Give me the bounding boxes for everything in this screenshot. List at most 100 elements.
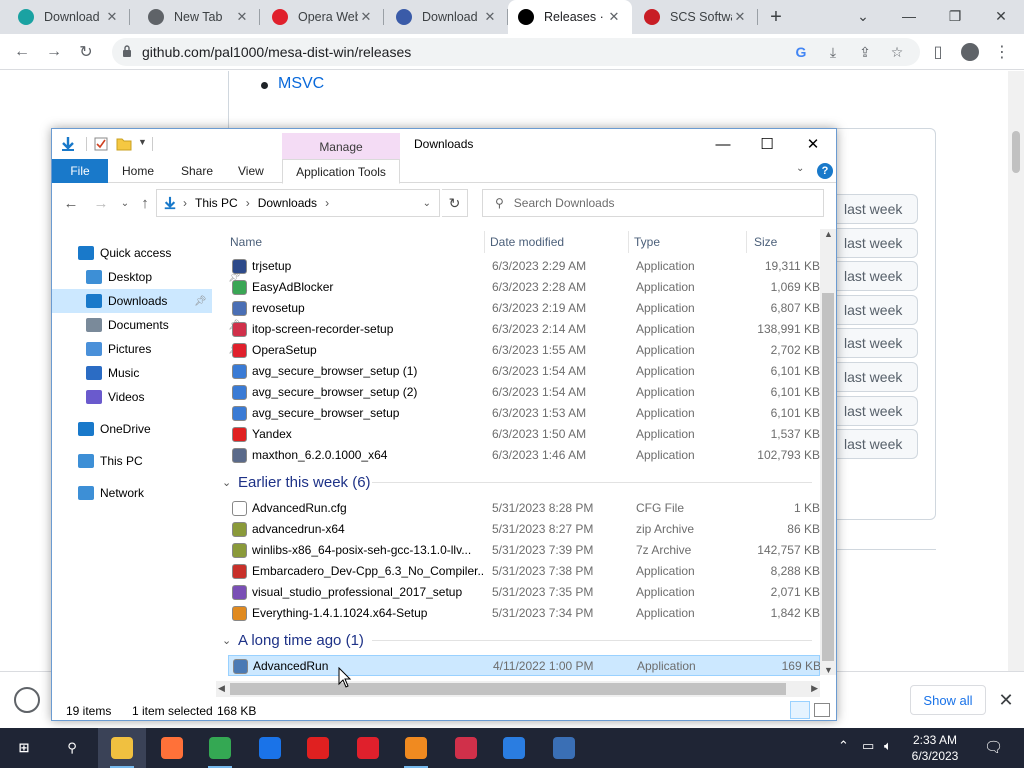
system-clock[interactable]: 2:33 AM 6/3/2023 (900, 732, 970, 764)
tab-close-icon[interactable]: ✕ (732, 9, 748, 25)
tab-close-icon[interactable]: ✕ (234, 9, 250, 25)
opera-icon[interactable] (344, 728, 392, 768)
tab-close-icon[interactable]: ✕ (104, 9, 120, 25)
scroll-thumb[interactable] (822, 293, 834, 661)
refresh-icon[interactable]: ↻ (442, 189, 468, 217)
nav-item-network[interactable]: Network (78, 481, 208, 505)
search-input[interactable]: ⚲ Search Downloads (482, 189, 824, 217)
ribbon-tab-file[interactable]: File (52, 159, 108, 183)
profile-avatar-icon[interactable] (956, 38, 984, 66)
release-asset-date[interactable]: last week (836, 294, 918, 325)
release-asset-date[interactable]: last week (836, 328, 918, 359)
group-earlier-this-week[interactable]: ⌄ Earlier this week (6) (222, 472, 812, 492)
browser-tab-0[interactable]: Download ✕ (8, 0, 130, 34)
page-scrollbar[interactable] (1008, 71, 1024, 671)
browser-tab-1[interactable]: New Tab ✕ (138, 0, 260, 34)
yandex-icon[interactable] (294, 728, 342, 768)
reload-icon[interactable]: ↻ (72, 38, 100, 66)
column-header-date[interactable]: Date modified (490, 235, 564, 249)
release-asset-date[interactable]: last week (836, 194, 918, 224)
side-panel-icon[interactable]: ▯ (924, 38, 952, 66)
scroll-down-arrow-icon[interactable]: ▼ (824, 665, 833, 675)
video-app-icon[interactable] (490, 728, 538, 768)
show-all-button[interactable]: Show all (910, 685, 986, 715)
ribbon-tab-share[interactable]: Share (181, 159, 213, 183)
breadcrumb-this-pc[interactable]: This PC (195, 196, 238, 210)
tab-close-icon[interactable]: ✕ (482, 9, 498, 25)
group-collapse-chevron-icon[interactable]: ⌄ (222, 476, 234, 489)
avg-browser-icon[interactable] (392, 728, 440, 768)
file-row[interactable]: Yandex 6/3/2023 1:50 AM Application 1,537 K… (228, 424, 820, 445)
tab-close-icon[interactable]: ✕ (358, 9, 374, 25)
release-asset-date[interactable]: last week (836, 362, 918, 392)
search-icon[interactable]: ⚲ (48, 728, 96, 768)
breadcrumb-downloads[interactable]: Downloads (258, 196, 317, 210)
scroll-right-arrow-icon[interactable]: ▶ (811, 683, 818, 694)
nav-item-star[interactable]: Quick access (78, 241, 208, 265)
app-m-icon[interactable] (246, 728, 294, 768)
notification-center-icon[interactable]: 🗨︎ (984, 738, 1003, 756)
file-row[interactable]: avg_secure_browser_setup (2) 6/3/2023 1:5… (228, 382, 820, 403)
explorer-maximize-icon[interactable]: ☐ (744, 129, 790, 159)
screen-recorder-icon[interactable] (442, 728, 490, 768)
tray-overflow-chevron-icon[interactable]: ⌃ (838, 738, 849, 754)
file-row[interactable]: Everything-1.4.1.1024.x64-Setup 5/31/2023… (228, 603, 820, 624)
qat-dropdown-icon[interactable]: ▼ (138, 137, 147, 147)
ribbon-expand-chevron-icon[interactable]: ⌄ (796, 163, 804, 174)
new-tab-button[interactable]: + (763, 4, 789, 30)
nav-item-downloads[interactable]: Downloads 📌︎ (52, 289, 212, 313)
file-list-vertical-scrollbar[interactable]: ▲ ▼ (820, 229, 836, 675)
address-history-chevron-icon[interactable]: ⌄ (423, 198, 431, 209)
nav-item-onedrive[interactable]: OneDrive (78, 417, 208, 441)
file-row[interactable]: maxthon_6.2.0.1000_x64 6/3/2023 1:46 AM Ap… (228, 445, 820, 466)
release-asset-date[interactable]: last week (836, 261, 918, 292)
browser-tab-3[interactable]: Download ✕ (386, 0, 508, 34)
nav-item-desktop[interactable]: Desktop 📌︎ (86, 265, 241, 289)
file-row[interactable]: itop-screen-recorder-setup 6/3/2023 2:14 … (228, 319, 820, 340)
minimize-icon[interactable]: — (894, 4, 924, 28)
file-row[interactable]: advancedrun-x64 5/31/2023 8:27 PM zip Arch… (228, 519, 820, 540)
properties-icon[interactable] (94, 137, 108, 151)
revo-icon[interactable] (540, 728, 588, 768)
browser-tab-5[interactable]: SCS Softwa ✕ (634, 0, 758, 34)
column-header-size[interactable]: Size (754, 235, 777, 249)
file-row[interactable]: revosetup 6/3/2023 2:19 AM Application 6,80… (228, 298, 820, 319)
file-row[interactable]: OperaSetup 6/3/2023 1:55 AM Application 2,7… (228, 340, 820, 361)
file-row[interactable]: AdvancedRun 4/11/2022 1:00 PM Application 1… (228, 655, 821, 676)
ribbon-tab-application-tools[interactable]: Application Tools (282, 159, 400, 184)
large-icons-view-icon[interactable] (814, 703, 830, 717)
help-icon[interactable]: ? (817, 163, 833, 179)
file-row[interactable]: AdvancedRun.cfg 5/31/2023 8:28 PM CFG File… (228, 498, 820, 519)
release-asset-date[interactable]: last week (836, 227, 918, 258)
file-row[interactable]: Embarcadero_Dev-Cpp_6.3_No_Compiler... 5/… (228, 561, 820, 582)
explorer-forward-icon[interactable]: → (90, 193, 112, 213)
share-icon[interactable]: ⇪ (856, 43, 874, 61)
network-tray-icon[interactable]: ▭ (862, 738, 874, 754)
ribbon-tab-view[interactable]: View (238, 159, 264, 183)
recent-locations-chevron-icon[interactable]: ⌄ (114, 193, 136, 213)
file-list-horizontal-scrollbar[interactable]: ◀ ▶ (216, 681, 820, 697)
browser-tab-2[interactable]: Opera Web ✕ (262, 0, 384, 34)
ribbon-tab-home[interactable]: Home (122, 159, 154, 183)
group-long-time-ago[interactable]: ⌄ A long time ago (1) (222, 630, 812, 650)
start-button[interactable]: ⊞ (0, 728, 48, 768)
nav-item-music[interactable]: Music (86, 361, 216, 385)
scroll-left-arrow-icon[interactable]: ◀ (218, 683, 225, 694)
file-row[interactable]: trjsetup 6/3/2023 2:29 AM Application 19,31… (228, 256, 820, 277)
nav-item-pc[interactable]: This PC (78, 449, 208, 473)
nav-item-pictures[interactable]: Pictures📌︎ (86, 337, 241, 361)
scroll-thumb[interactable] (230, 683, 786, 695)
group-collapse-chevron-icon[interactable]: ⌄ (222, 634, 234, 647)
file-explorer-icon[interactable] (98, 728, 146, 768)
google-lens-icon[interactable]: G (792, 43, 810, 61)
restore-icon[interactable]: ❐ (940, 4, 970, 28)
new-folder-icon[interactable] (116, 137, 132, 151)
install-app-icon[interactable]: ⤓ (824, 43, 842, 61)
release-asset-date[interactable]: last week (836, 395, 918, 426)
file-row[interactable]: EasyAdBlocker 6/3/2023 2:28 AM Application… (228, 277, 820, 298)
file-row[interactable]: visual_studio_professional_2017_setup 5/3… (228, 582, 820, 603)
explorer-minimize-icon[interactable]: — (700, 129, 746, 159)
firefox-icon[interactable] (148, 728, 196, 768)
back-icon[interactable]: ← (8, 38, 36, 66)
volume-tray-icon[interactable]: 🔈︎ (884, 738, 892, 754)
